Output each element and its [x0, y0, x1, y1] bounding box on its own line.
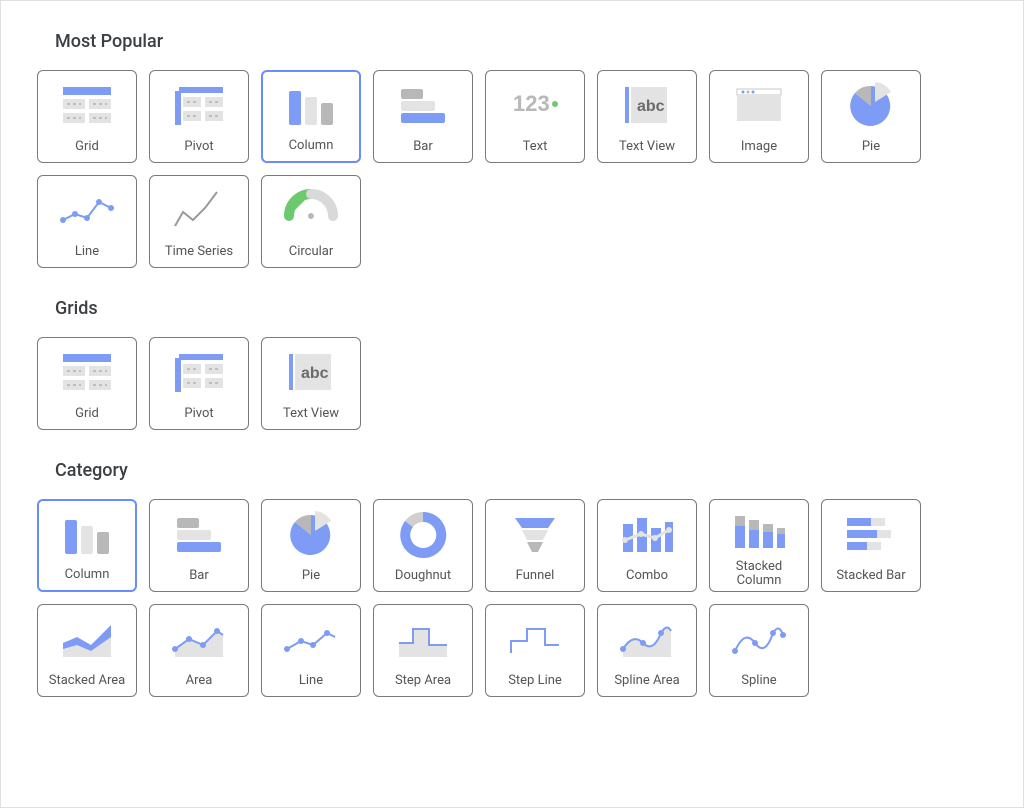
tile-label: Image	[737, 134, 781, 162]
bar-icon	[374, 71, 472, 134]
pie-icon	[262, 500, 360, 563]
stackedbar-icon	[822, 500, 920, 563]
section-most-popular: Most Popular Grid Pivot Column Bar Text Text V…	[37, 31, 987, 268]
tile-label: Pivot	[180, 134, 217, 162]
combo-icon	[598, 500, 696, 563]
doughnut-icon	[374, 500, 472, 563]
tile-circular[interactable]: Circular	[261, 175, 361, 268]
grid-icon	[38, 338, 136, 401]
tile-label: Spline	[737, 668, 780, 696]
tile-label: Grid	[71, 401, 103, 429]
section-category: Category Column Bar Pie Doughnut Funnel Combo S…	[37, 460, 987, 697]
tile-label: Stacked Column	[710, 554, 808, 597]
textview-icon	[262, 338, 360, 401]
area-icon	[150, 605, 248, 668]
chart-type-chooser: Most Popular Grid Pivot Column Bar Text Text V…	[1, 1, 1023, 727]
tile-stackedarea[interactable]: Stacked Area	[37, 604, 137, 697]
tile-pivot[interactable]: Pivot	[149, 70, 249, 163]
tile-label: Stacked Bar	[832, 563, 909, 591]
tile-grid[interactable]: Grid	[37, 337, 137, 430]
tile-label: Column	[285, 133, 338, 161]
tile-label: Spline Area	[610, 668, 683, 696]
tile-funnel[interactable]: Funnel	[485, 499, 585, 592]
column-icon	[39, 501, 135, 562]
tile-pie[interactable]: Pie	[261, 499, 361, 592]
stepline-icon	[486, 605, 584, 668]
tile-grid[interactable]: Grid	[37, 70, 137, 163]
pivot-icon	[150, 338, 248, 401]
tile-label: Line	[295, 668, 327, 696]
tile-stepline[interactable]: Step Line	[485, 604, 585, 697]
tile-stackedcolumn[interactable]: Stacked Column	[709, 499, 809, 592]
tile-label: Circular	[285, 239, 338, 267]
tile-label: Pie	[298, 563, 324, 591]
text-icon	[486, 71, 584, 134]
tile-label: Text View	[279, 401, 343, 429]
tile-bar[interactable]: Bar	[373, 70, 473, 163]
tile-text[interactable]: Text	[485, 70, 585, 163]
tile-textview[interactable]: Text View	[261, 337, 361, 430]
tile-steparea[interactable]: Step Area	[373, 604, 473, 697]
tile-image[interactable]: Image	[709, 70, 809, 163]
tile-label: Time Series	[161, 239, 237, 267]
tile-column[interactable]: Column	[261, 70, 361, 163]
section-title: Grids	[55, 298, 987, 319]
tile-area[interactable]: Area	[149, 604, 249, 697]
tile-label: Doughnut	[391, 563, 455, 591]
tile-timeseries[interactable]: Time Series	[149, 175, 249, 268]
tile-label: Area	[182, 668, 217, 696]
tile-column[interactable]: Column	[37, 499, 137, 592]
column-icon	[263, 72, 359, 133]
pivot-icon	[150, 71, 248, 134]
tile-grid: Grid Pivot Text View	[37, 337, 987, 430]
tile-label: Pie	[858, 134, 884, 162]
tile-label: Text View	[615, 134, 679, 162]
grid-icon	[38, 71, 136, 134]
tile-stackedbar[interactable]: Stacked Bar	[821, 499, 921, 592]
section-title: Most Popular	[55, 31, 987, 52]
tile-spline[interactable]: Spline	[709, 604, 809, 697]
tile-label: Bar	[409, 134, 437, 162]
tile-label: Stacked Area	[45, 668, 130, 696]
tile-line2[interactable]: Line	[261, 604, 361, 697]
tile-label: Funnel	[512, 563, 559, 591]
tile-textview[interactable]: Text View	[597, 70, 697, 163]
tile-label: Line	[71, 239, 103, 267]
tile-combo[interactable]: Combo	[597, 499, 697, 592]
circular-icon	[262, 176, 360, 239]
tile-label: Step Line	[504, 668, 566, 696]
section-grids: Grids Grid Pivot Text View	[37, 298, 987, 430]
tile-line[interactable]: Line	[37, 175, 137, 268]
timeseries-icon	[150, 176, 248, 239]
tile-label: Combo	[622, 563, 672, 591]
tile-label: Text	[519, 134, 552, 162]
spline-icon	[710, 605, 808, 668]
tile-bar[interactable]: Bar	[149, 499, 249, 592]
tile-splinearea[interactable]: Spline Area	[597, 604, 697, 697]
tile-label: Step Area	[391, 668, 455, 696]
funnel-icon	[486, 500, 584, 563]
steparea-icon	[374, 605, 472, 668]
tile-label: Column	[61, 562, 114, 590]
tile-grid: Column Bar Pie Doughnut Funnel Combo Stacked C…	[37, 499, 987, 697]
line-icon	[38, 176, 136, 239]
stackedarea-icon	[38, 605, 136, 668]
tile-label: Grid	[71, 134, 103, 162]
pie-icon	[822, 71, 920, 134]
tile-grid: Grid Pivot Column Bar Text Text View Image Pie L…	[37, 70, 987, 268]
image-icon	[710, 71, 808, 134]
section-title: Category	[55, 460, 987, 481]
splinearea-icon	[598, 605, 696, 668]
tile-label: Pivot	[180, 401, 217, 429]
tile-pivot[interactable]: Pivot	[149, 337, 249, 430]
tile-label: Bar	[185, 563, 213, 591]
stackedcolumn-icon	[710, 500, 808, 554]
bar-icon	[150, 500, 248, 563]
tile-pie[interactable]: Pie	[821, 70, 921, 163]
line2-icon	[262, 605, 360, 668]
textview-icon	[598, 71, 696, 134]
tile-doughnut[interactable]: Doughnut	[373, 499, 473, 592]
